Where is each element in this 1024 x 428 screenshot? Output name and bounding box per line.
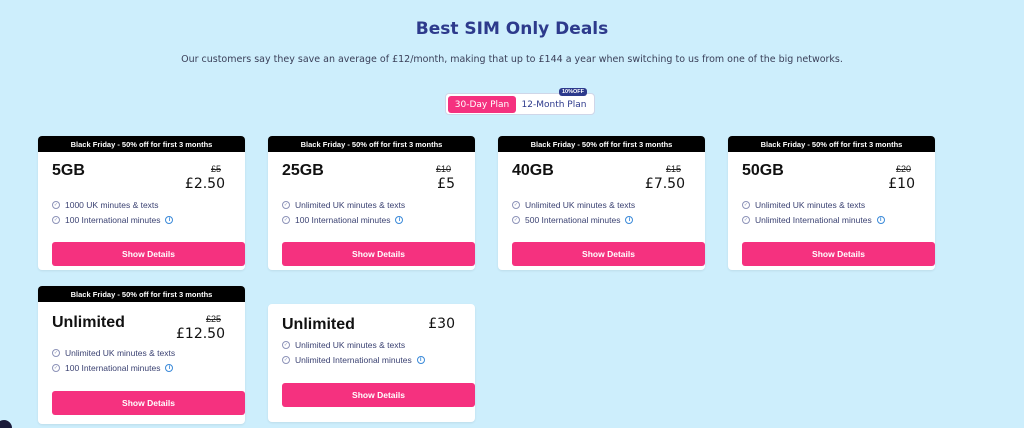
info-icon[interactable]: i [416, 356, 425, 364]
price: £2.50 [184, 176, 225, 192]
check-icon: ✓ [52, 349, 60, 357]
chat-widget-icon[interactable] [0, 420, 12, 428]
feature-item: ✓ Unlimited UK minutes & texts [282, 340, 405, 350]
show-details-button[interactable]: Show Details [282, 242, 475, 266]
feature-item: ✓ Unlimited UK minutes & texts [512, 200, 635, 210]
page-title: Best SIM Only Deals [415, 19, 609, 39]
show-details-button[interactable]: Show Details [512, 242, 705, 266]
feature-item: ✓ Unlimited UK minutes & texts [52, 348, 175, 358]
plan-card-unlimited-discount: Black Friday - 50% off for first 3 month… [38, 286, 245, 424]
promo-banner: Black Friday - 50% off for first 3 month… [728, 136, 935, 152]
page-subtitle: Our customers say they save an average o… [181, 54, 843, 65]
info-icon[interactable]: i [165, 364, 174, 372]
show-details-button[interactable]: Show Details [52, 242, 245, 266]
info-icon[interactable]: i [395, 216, 404, 224]
old-price: £5 [210, 164, 221, 174]
data-allowance: 25GB [282, 162, 324, 179]
feature-item: ✓ Unlimited UK minutes & texts [282, 200, 405, 210]
promo-banner: Black Friday - 50% off for first 3 month… [268, 136, 475, 152]
check-icon: ✓ [52, 216, 60, 224]
feature-label: 100 International minutes [295, 215, 391, 225]
check-icon: ✓ [742, 216, 750, 224]
show-details-button[interactable]: Show Details [742, 242, 935, 266]
old-price: £25 [205, 314, 221, 324]
promo-banner: Black Friday - 50% off for first 3 month… [498, 136, 705, 152]
feature-item: ✓ 1000 UK minutes & texts [52, 200, 159, 210]
data-allowance: Unlimited [52, 314, 125, 331]
info-icon[interactable]: i [876, 216, 885, 224]
plan-card-40gb: Black Friday - 50% off for first 3 month… [498, 136, 705, 270]
feature-label: Unlimited International minutes [295, 355, 412, 365]
feature-item: ✓ 500 International minutes i [512, 215, 634, 225]
feature-label: Unlimited UK minutes & texts [295, 340, 406, 350]
plan-card-unlimited: Unlimited £30 ✓ Unlimited UK minutes & t… [268, 304, 475, 422]
check-icon: ✓ [742, 201, 750, 209]
plan-card-50gb: Black Friday - 50% off for first 3 month… [728, 136, 935, 270]
old-price: £15 [665, 164, 681, 174]
data-allowance: 50GB [742, 162, 784, 179]
plan-card-5gb: Black Friday - 50% off for first 3 month… [38, 136, 245, 270]
show-details-button[interactable]: Show Details [52, 391, 245, 415]
check-icon: ✓ [52, 364, 60, 372]
price: £5 [437, 176, 455, 192]
check-icon: ✓ [282, 341, 290, 349]
data-allowance: 40GB [512, 162, 554, 179]
feature-label: 500 International minutes [525, 215, 621, 225]
check-icon: ✓ [282, 201, 290, 209]
data-allowance: Unlimited [282, 316, 355, 333]
feature-label: Unlimited UK minutes & texts [295, 200, 406, 210]
info-icon[interactable]: i [625, 216, 634, 224]
discount-badge: 10%OFF [559, 88, 588, 96]
promo-banner: Black Friday - 50% off for first 3 month… [38, 286, 245, 302]
feature-item: ✓ 100 International minutes i [52, 215, 174, 225]
feature-item: ✓ Unlimited International minutes i [282, 355, 425, 365]
check-icon: ✓ [512, 201, 520, 209]
price: £12.50 [176, 326, 225, 342]
feature-item: ✓ 100 International minutes i [282, 215, 404, 225]
show-details-button[interactable]: Show Details [282, 383, 475, 407]
feature-label: Unlimited UK minutes & texts [525, 200, 636, 210]
data-allowance: 5GB [52, 162, 85, 179]
promo-banner: Black Friday - 50% off for first 3 month… [38, 136, 245, 152]
info-icon[interactable]: i [165, 216, 174, 224]
feature-item: ✓ 100 International minutes i [52, 363, 174, 373]
feature-label: Unlimited International minutes [755, 215, 872, 225]
plan-option-30-day[interactable]: 30-Day Plan [448, 96, 516, 113]
check-icon: ✓ [512, 216, 520, 224]
feature-label: 1000 UK minutes & texts [65, 200, 159, 210]
check-icon: ✓ [282, 216, 290, 224]
feature-label: Unlimited UK minutes & texts [65, 348, 176, 358]
price: £10 [888, 176, 915, 192]
old-price: £10 [435, 164, 451, 174]
plan-card-25gb: Black Friday - 50% off for first 3 month… [268, 136, 475, 270]
old-price: £20 [895, 164, 911, 174]
check-icon: ✓ [282, 356, 290, 364]
feature-label: 100 International minutes [65, 215, 161, 225]
feature-label: Unlimited UK minutes & texts [755, 200, 866, 210]
check-icon: ✓ [52, 201, 60, 209]
plan-option-12-month[interactable]: 12-Month Plan [516, 96, 592, 113]
plan-toggle: 30-Day Plan 12-Month Plan [445, 93, 595, 115]
price: £7.50 [644, 176, 685, 192]
feature-label: 100 International minutes [65, 363, 161, 373]
feature-item: ✓ Unlimited UK minutes & texts [742, 200, 865, 210]
feature-item: ✓ Unlimited International minutes i [742, 215, 885, 225]
price: £30 [428, 316, 455, 332]
